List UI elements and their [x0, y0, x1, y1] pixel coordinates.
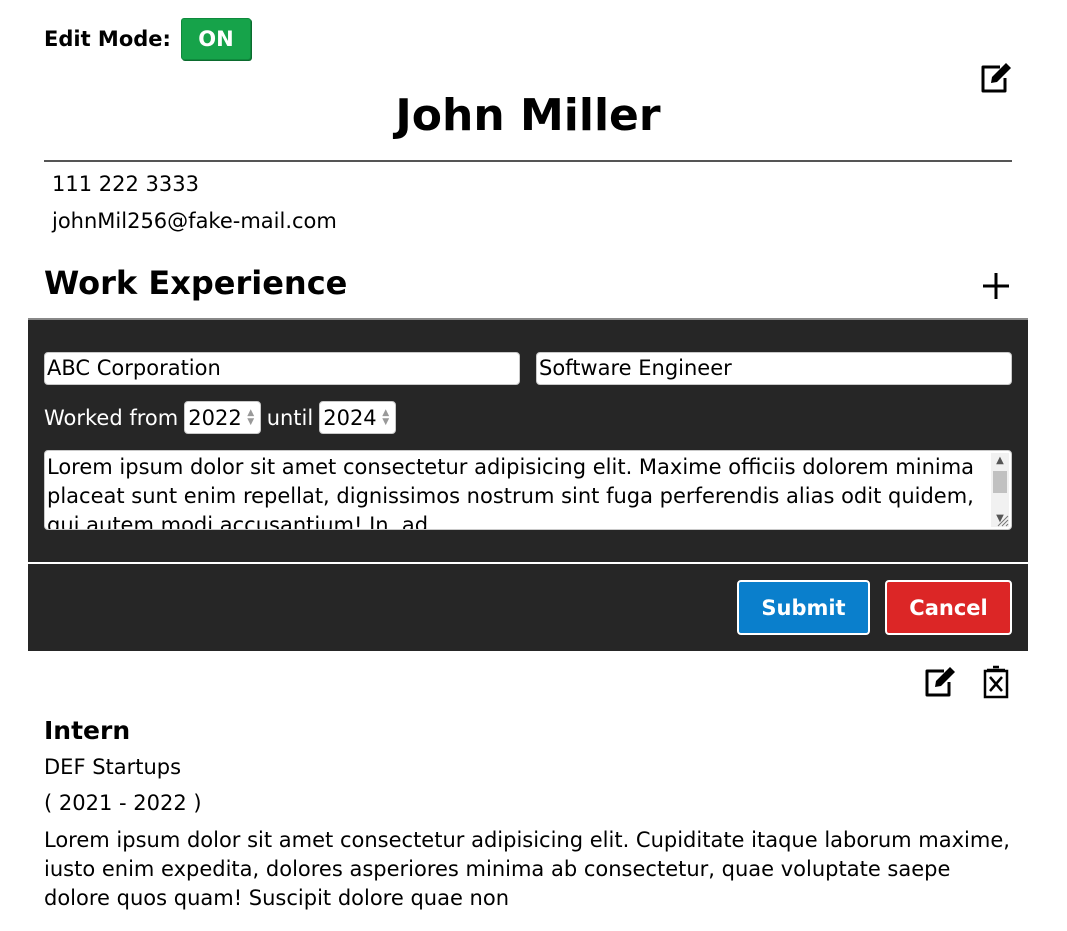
- entry-dates: ( 2021 - 2022 ): [44, 791, 202, 815]
- company-input[interactable]: ABC Corporation: [44, 352, 520, 385]
- edit-icon: [925, 667, 955, 697]
- plus-icon: [983, 273, 1009, 299]
- entry-title: Intern: [44, 716, 131, 745]
- name-divider: [44, 160, 1012, 162]
- scroll-up-icon[interactable]: ▲: [991, 453, 1009, 469]
- from-year-value: 2022: [188, 405, 242, 430]
- description-textarea[interactable]: Lorem ipsum dolor sit amet consectetur a…: [44, 450, 1012, 530]
- until-label: until: [266, 405, 314, 430]
- delete-entry-button[interactable]: [976, 662, 1016, 702]
- resume-name: John Miller: [395, 90, 661, 141]
- until-year-value: 2024: [323, 405, 377, 430]
- edit-entry-button[interactable]: [920, 662, 960, 702]
- form-divider: [28, 562, 1028, 564]
- edit-mode-toggle[interactable]: ON: [180, 18, 251, 60]
- scroll-thumb[interactable]: [993, 471, 1007, 493]
- description-text: Lorem ipsum dolor sit amet consectetur a…: [47, 455, 975, 530]
- position-input[interactable]: Software Engineer: [536, 352, 1012, 385]
- entry-description: Lorem ipsum dolor sit amet consectetur a…: [44, 828, 1010, 910]
- edit-mode-row: Edit Mode: ON: [44, 18, 251, 60]
- from-year-spinner[interactable]: ▲ ▼: [245, 408, 257, 427]
- until-year-input[interactable]: 2024 ▲ ▼: [319, 401, 396, 434]
- worked-from-label: Worked from: [44, 405, 179, 430]
- phone-number: 111 222 3333: [52, 172, 199, 196]
- delete-icon: [983, 665, 1009, 699]
- resize-grip-icon[interactable]: [995, 513, 1009, 527]
- email-address: johnMil256@fake-mail.com: [52, 209, 337, 233]
- until-year-spinner[interactable]: ▲ ▼: [380, 408, 392, 427]
- add-experience-button[interactable]: [976, 266, 1016, 306]
- edit-mode-label: Edit Mode:: [44, 27, 171, 51]
- from-year-input[interactable]: 2022 ▲ ▼: [184, 401, 261, 434]
- entry-company: DEF Startups: [44, 755, 182, 779]
- worked-dates-row: Worked from 2022 ▲ ▼ until 2024 ▲ ▼: [44, 401, 402, 434]
- experience-edit-form: ABC Corporation Software Engineer Worked…: [28, 320, 1028, 651]
- cancel-button[interactable]: Cancel: [885, 580, 1012, 635]
- work-experience-title: Work Experience: [44, 264, 348, 302]
- submit-button[interactable]: Submit: [737, 580, 870, 635]
